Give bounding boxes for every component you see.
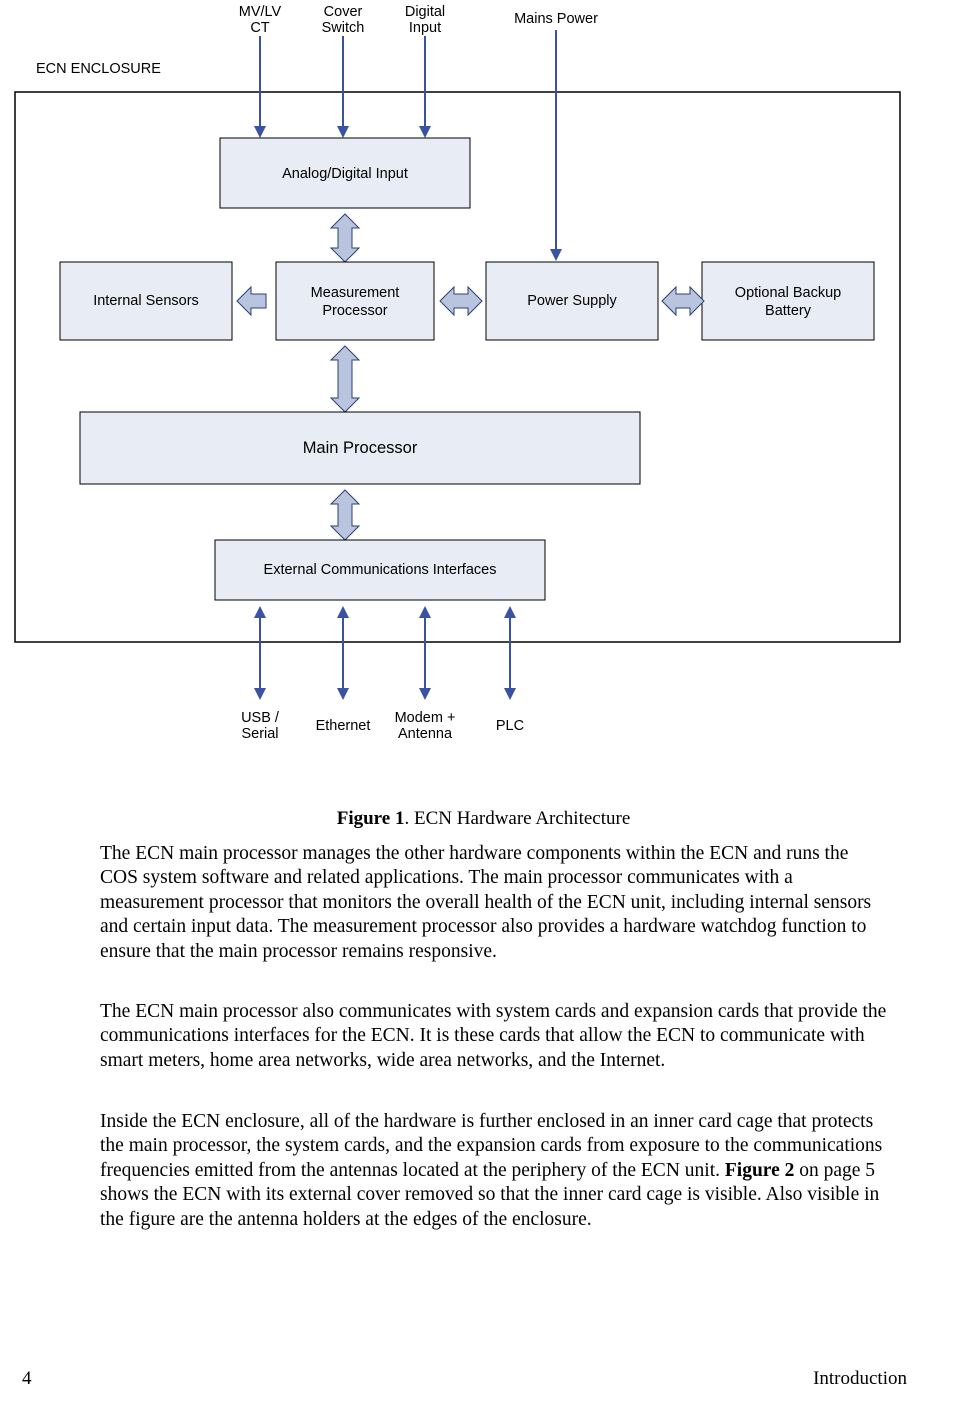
lbl-mvlv-2: CT [250,20,269,36]
lbl-usb-1: USB / [241,710,280,726]
arrow-adi-meas [331,214,359,262]
lbl-modem-2: Antenna [398,726,453,742]
block-meas-label-1: Measurement [311,285,400,301]
arrow-modem [419,606,431,700]
page-number: 4 [22,1368,32,1390]
block-battery-label-1: Optional Backup [735,285,841,301]
block-adi-label: Analog/Digital Input [282,166,408,182]
arrow-usb [254,606,266,700]
paragraph-3: Inside the ECN enclosure, all of the har… [100,1110,890,1232]
arrow-main-ext [331,490,359,540]
lbl-digital-2: Input [409,20,441,36]
lbl-mvlv-1: MV/LV [239,4,282,20]
arrow-int-meas [237,287,266,315]
block-meas-label-2: Processor [322,303,387,319]
lbl-eth: Ethernet [316,718,371,734]
arrow-mvlv [254,36,266,138]
lbl-cover-1: Cover [324,4,363,20]
arrow-eth [337,606,349,700]
arrow-psu-bat [662,287,704,315]
block-battery-label-2: Battery [765,303,812,319]
arrow-cover [337,36,349,138]
block-main-label: Main Processor [303,439,418,457]
page: MV/LV CT Cover Switch Digital Input Main… [0,0,967,1412]
lbl-mains: Mains Power [514,11,598,27]
block-psu-label: Power Supply [527,293,617,309]
figure-caption-rest: . ECN Hardware Architecture [404,808,630,829]
arrow-mains [550,30,562,261]
enclosure-label: ECN ENCLOSURE [36,61,161,77]
paragraph-3b: Figure 2 [725,1160,795,1181]
section-name: Introduction [813,1368,907,1390]
figure-caption: Figure 1. ECN Hardware Architecture [0,808,967,830]
arrow-digital [419,36,431,138]
arrow-meas-psu [440,287,482,315]
arrow-plc [504,606,516,700]
lbl-cover-2: Switch [322,20,365,36]
paragraph-2: The ECN main processor also communicates… [100,1000,890,1073]
arrow-meas-main [331,346,359,412]
block-battery [702,262,874,340]
block-meas [276,262,434,340]
lbl-digital-1: Digital [405,4,445,20]
lbl-modem-1: Modem + [395,710,456,726]
diagram: MV/LV CT Cover Switch Digital Input Main… [0,0,967,800]
lbl-plc: PLC [496,718,524,734]
paragraph-1: The ECN main processor manages the other… [100,842,890,964]
block-ext-label: External Communications Interfaces [264,562,497,578]
figure-caption-bold: Figure 1 [337,808,405,829]
lbl-usb-2: Serial [241,726,278,742]
block-int-sensors-label: Internal Sensors [93,293,199,309]
